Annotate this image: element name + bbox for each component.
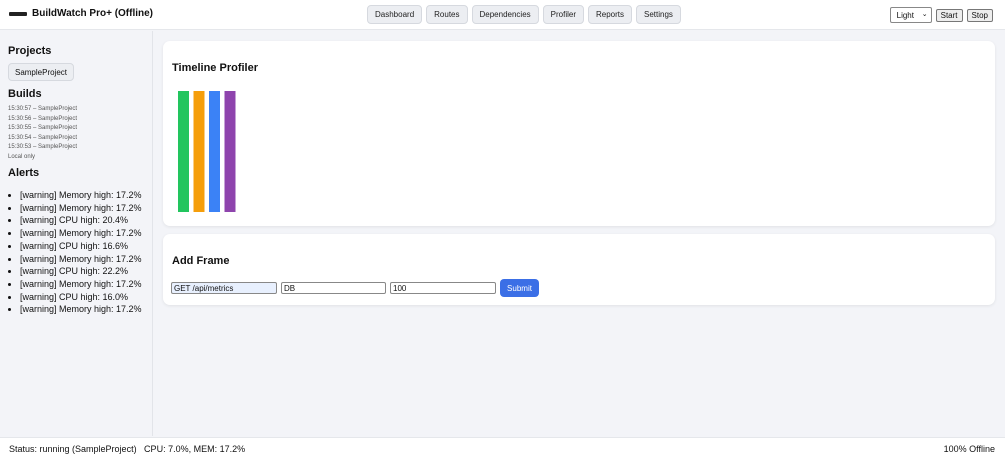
header-controls: Light ⌄ Start Stop	[889, 7, 993, 23]
offline-indicator: 100% Offline	[943, 444, 995, 454]
timeline-bar	[178, 91, 189, 212]
add-frame-title: Add Frame	[172, 255, 230, 267]
type-input[interactable]	[281, 282, 386, 294]
theme-select[interactable]: Light ⌄	[889, 7, 932, 23]
alert-item: [warning] CPU high: 16.6%	[20, 240, 148, 252]
alert-item: [warning] Memory high: 17.2%	[20, 189, 148, 201]
alert-item: [warning] CPU high: 20.4%	[20, 214, 148, 226]
alert-item: [warning] Memory high: 17.2%	[20, 227, 148, 239]
alert-item: [warning] Memory high: 17.2%	[20, 278, 148, 290]
add-frame-card: Add Frame	[163, 234, 995, 305]
build-item[interactable]: 15:30:53 – SampleProject	[8, 143, 77, 153]
alert-item: [warning] Memory high: 17.2%	[20, 253, 148, 265]
submit-button[interactable]: Submit	[500, 279, 539, 297]
brand: BuildWatch Pro+ (Offline)	[9, 8, 153, 19]
status-bar: Status: running (SampleProject) CPU: 7.0…	[0, 437, 1005, 459]
timeline-bar	[224, 91, 236, 212]
chevron-down-icon: ⌄	[921, 11, 928, 18]
theme-select-value: Light	[896, 10, 914, 20]
route-input[interactable]	[171, 282, 277, 294]
nav-settings-button[interactable]: Settings	[636, 5, 681, 24]
build-item[interactable]: 15:30:55 – SampleProject	[8, 124, 77, 134]
build-item[interactable]: 15:30:56 – SampleProject	[8, 115, 77, 125]
nav-reports-button[interactable]: Reports	[588, 5, 633, 24]
status-text: Status: running (SampleProject) CPU: 7.0…	[9, 444, 246, 454]
nav-routes-button[interactable]: Routes	[426, 5, 468, 24]
alerts-list: [warning] Memory high: 17.2% [warning] M…	[20, 189, 148, 316]
nav-dashboard-button[interactable]: Dashboard	[367, 5, 423, 24]
timeline-bar	[209, 91, 220, 212]
build-item[interactable]: 15:30:54 – SampleProject	[8, 134, 77, 144]
timeline-chart	[178, 91, 236, 212]
profiler-card: Timeline Profiler	[163, 41, 995, 226]
top-bar: BuildWatch Pro+ (Offline) Dashboard Rout…	[0, 0, 1005, 30]
projects-heading: Projects	[8, 45, 52, 57]
alert-item: [warning] Memory high: 17.2%	[20, 202, 148, 214]
start-button[interactable]: Start	[935, 8, 963, 22]
duration-input[interactable]	[390, 282, 496, 294]
main-nav: Dashboard Routes Dependencies Profiler R…	[367, 5, 681, 24]
stop-button[interactable]: Stop	[966, 8, 993, 22]
alert-item: [warning] CPU high: 22.2%	[20, 265, 148, 277]
builds-note: Local only	[8, 153, 36, 160]
build-item[interactable]: 15:30:57 – SampleProject	[8, 105, 77, 115]
timeline-bar	[193, 91, 205, 212]
app-title: BuildWatch Pro+ (Offline)	[32, 8, 154, 19]
logo-icon	[9, 11, 27, 16]
nav-dependencies-button[interactable]: Dependencies	[471, 5, 539, 24]
alerts-heading: Alerts	[8, 167, 40, 179]
alert-item: [warning] Memory high: 17.2%	[20, 303, 148, 315]
project-button[interactable]: SampleProject	[8, 63, 74, 81]
builds-list: 15:30:57 – SampleProject 15:30:56 – Samp…	[8, 105, 77, 162]
nav-profiler-button[interactable]: Profiler	[542, 5, 584, 24]
alert-item: [warning] CPU high: 16.0%	[20, 291, 148, 303]
profiler-title: Timeline Profiler	[172, 62, 258, 74]
sidebar: Projects SampleProject Builds 15:30:57 –…	[0, 31, 153, 436]
builds-heading: Builds	[8, 88, 42, 100]
